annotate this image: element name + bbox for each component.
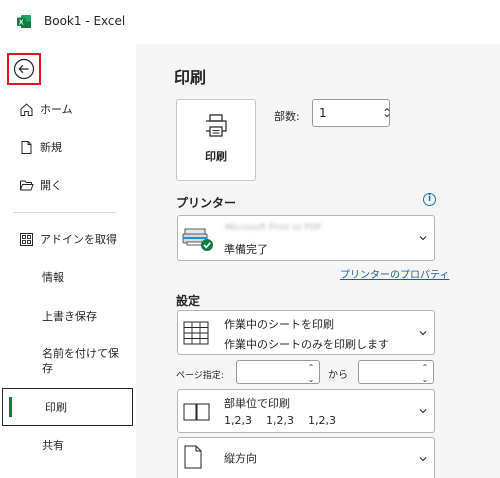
- print-button[interactable]: 印刷: [176, 99, 256, 181]
- new-document-icon: [18, 139, 34, 155]
- printer-icon: [206, 114, 227, 137]
- sidebar-item-label: ホーム: [40, 103, 73, 116]
- title-bar: X Book1 - Excel: [0, 0, 500, 44]
- back-arrow-icon: [13, 58, 35, 80]
- sidebar-item-label: 新規: [40, 141, 62, 154]
- page-range-label: ページ指定:: [176, 371, 224, 381]
- home-icon: [18, 101, 34, 117]
- excel-logo-icon: X: [17, 15, 31, 28]
- page-range-to-label: から: [328, 370, 348, 381]
- settings-section-title: 設定: [176, 294, 201, 308]
- sidebar-divider: [14, 212, 116, 213]
- sheet-grid-icon: [183, 321, 209, 345]
- backstage-sidebar: ホーム 新規 開く アドインを取得 情報 上書き保存 名前を付けて保存 印刷 共…: [0, 44, 136, 478]
- sidebar-item-home[interactable]: ホーム: [0, 95, 136, 123]
- back-button[interactable]: [7, 53, 41, 85]
- copies-spin[interactable]: ⌃ ⌄: [376, 102, 392, 124]
- sidebar-item-share[interactable]: 共有: [0, 431, 136, 459]
- page-from-spin[interactable]: ⌃ ⌄: [306, 363, 316, 385]
- sidebar-item-new[interactable]: 新規: [0, 133, 136, 161]
- sidebar-item-label: 開く: [40, 179, 62, 192]
- copies-value: 1: [319, 106, 327, 120]
- print-what-subtitle: 作業中のシートのみを印刷します: [224, 338, 389, 351]
- orientation-title: 縦方向: [224, 452, 257, 465]
- spin-up-icon[interactable]: ⌃: [422, 363, 429, 373]
- print-what-select[interactable]: 作業中のシートを印刷 作業中のシートのみを印刷します: [177, 310, 435, 355]
- sidebar-item-get-addins[interactable]: アドインを取得: [0, 225, 136, 253]
- print-what-title: 作業中のシートを印刷: [224, 318, 334, 331]
- sidebar-item-save-as[interactable]: 名前を付けて保存: [0, 346, 136, 380]
- portrait-page-icon: [184, 445, 202, 469]
- sidebar-item-label: 名前を付けて保存: [42, 347, 119, 375]
- spin-down-icon[interactable]: ⌄: [382, 107, 392, 119]
- printer-section-title: プリンター: [176, 196, 237, 210]
- printer-properties-link[interactable]: プリンターのプロパティ: [340, 266, 449, 281]
- page-title: 印刷: [174, 68, 207, 87]
- page-to-input[interactable]: ⌃ ⌄: [358, 360, 434, 384]
- printer-name: Microsoft Print to PDF: [225, 223, 322, 233]
- spin-down-icon[interactable]: ⌄: [422, 375, 429, 385]
- sidebar-item-label: 印刷: [45, 401, 67, 414]
- copies-stepper[interactable]: 1 ⌃ ⌄: [312, 99, 392, 127]
- collated-pages-icon: [183, 403, 210, 421]
- svg-text:X: X: [19, 19, 24, 26]
- collation-select[interactable]: 部単位で印刷 1,2,3 1,2,3 1,2,3: [177, 389, 435, 433]
- addins-grid-icon: [18, 231, 34, 247]
- orientation-select[interactable]: 縦方向: [177, 437, 435, 478]
- sidebar-item-label: アドインを取得: [40, 233, 117, 246]
- sidebar-item-label: 上書き保存: [42, 310, 97, 323]
- spin-up-icon[interactable]: ⌃: [308, 363, 315, 373]
- sidebar-item-label: 共有: [42, 439, 64, 452]
- sidebar-item-label: 情報: [42, 271, 64, 284]
- sidebar-item-info[interactable]: 情報: [0, 263, 136, 291]
- print-button-label: 印刷: [205, 150, 227, 163]
- spin-down-icon[interactable]: ⌄: [308, 375, 315, 385]
- sidebar-item-save[interactable]: 上書き保存: [0, 302, 136, 330]
- collation-title: 部単位で印刷: [224, 397, 290, 410]
- sidebar-item-open[interactable]: 開く: [0, 171, 136, 199]
- chevron-down-icon: [419, 236, 427, 241]
- open-folder-icon: [18, 177, 34, 193]
- page-to-spin[interactable]: ⌃ ⌄: [420, 363, 430, 385]
- collation-subtitle: 1,2,3 1,2,3 1,2,3: [224, 414, 336, 427]
- chevron-down-icon: [419, 457, 427, 462]
- chevron-down-icon: [419, 330, 427, 335]
- page-from-input[interactable]: ⌃ ⌄: [236, 360, 320, 384]
- printer-select[interactable]: Microsoft Print to PDF 準備完了: [177, 215, 435, 261]
- chevron-down-icon: [419, 409, 427, 414]
- print-pane: 印刷 印刷 部数: 1 ⌃ ⌄ プリンター i Microsoft Print …: [136, 44, 500, 478]
- printer-status: 準備完了: [224, 243, 268, 256]
- printer-ready-icon: [182, 228, 213, 251]
- sidebar-item-print[interactable]: 印刷: [2, 388, 133, 426]
- copies-label: 部数:: [274, 110, 300, 123]
- info-icon[interactable]: i: [423, 193, 436, 206]
- window-title: Book1 - Excel: [44, 14, 126, 28]
